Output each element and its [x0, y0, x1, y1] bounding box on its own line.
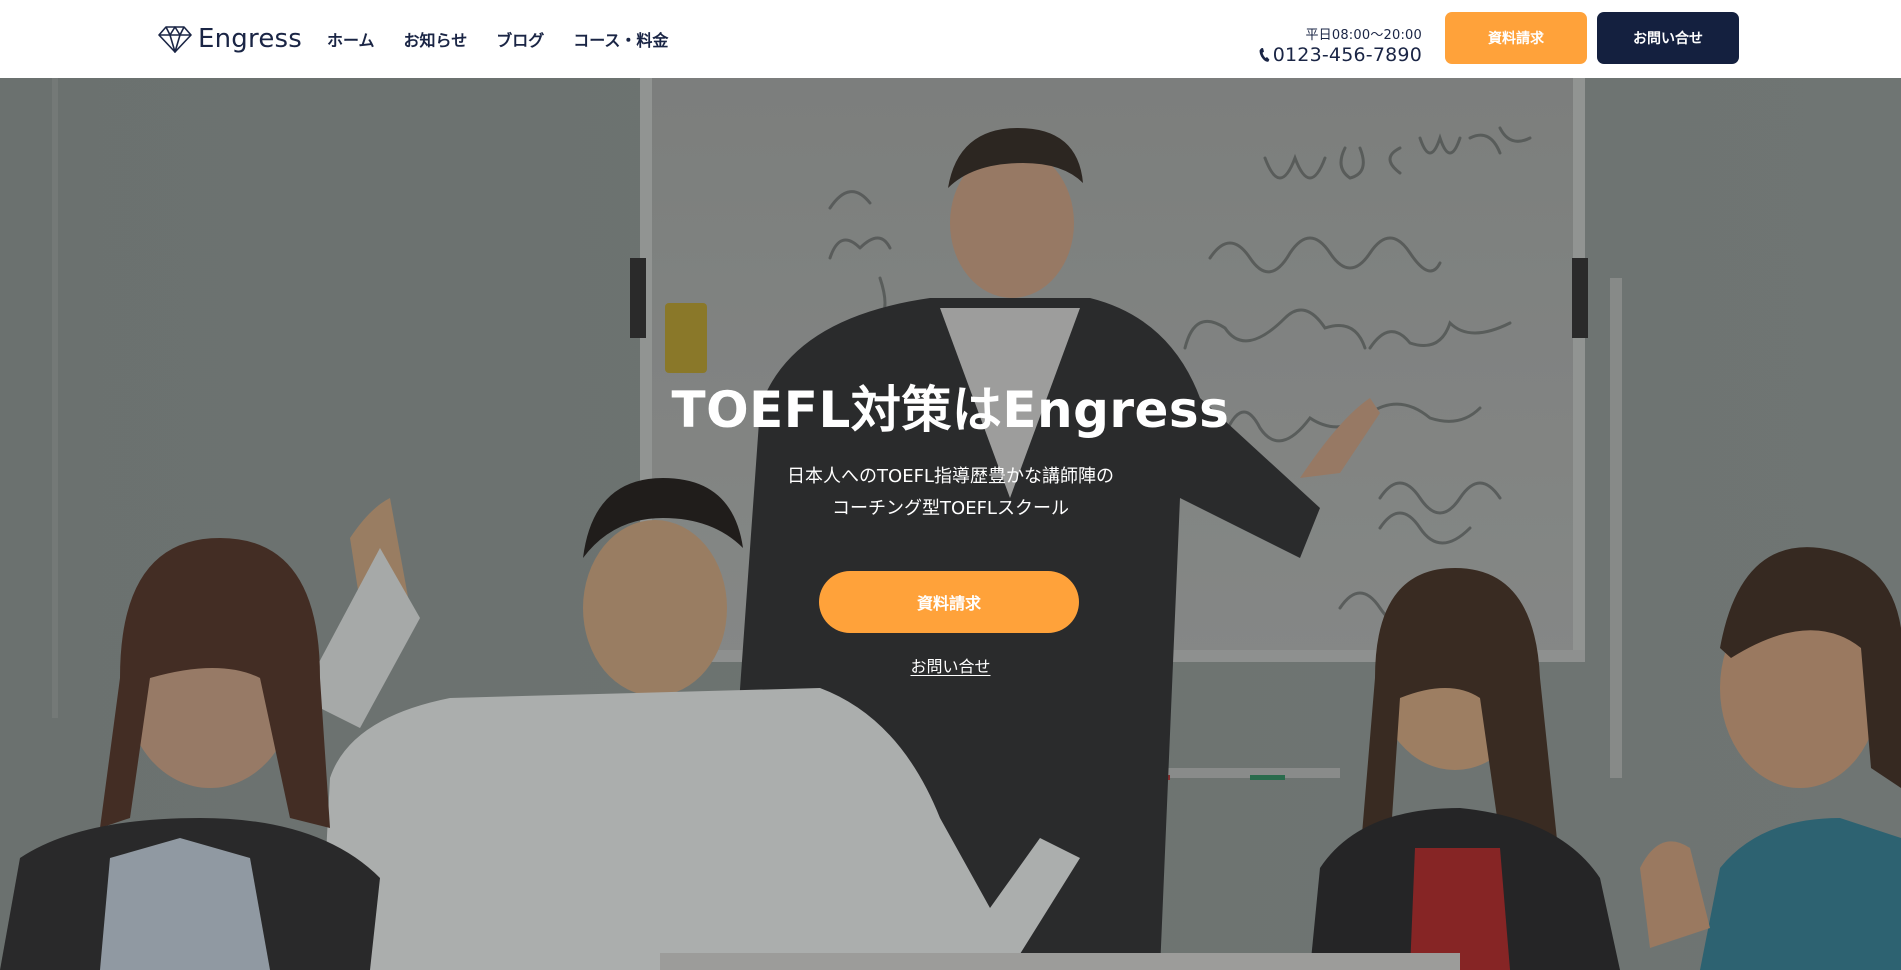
phone-contact[interactable]: 0123-456-7890 [1258, 44, 1422, 66]
nav-blog[interactable]: ブログ [496, 27, 544, 51]
hero-contact-link[interactable]: お問い合せ [910, 657, 990, 676]
contact-button[interactable]: お問い合せ [1597, 12, 1739, 64]
nav-news[interactable]: お知らせ [404, 27, 468, 51]
request-document-button[interactable]: 資料請求 [1445, 12, 1587, 64]
nav-courses[interactable]: コース・料金 [573, 27, 668, 51]
logo-text: Engress [198, 24, 303, 54]
hero-request-document-button[interactable]: 資料請求 [819, 571, 1079, 633]
hero-subtitle-line1: 日本人へのTOEFL指導歴豊かな講師陣の [787, 466, 1114, 487]
logo[interactable]: Engress [158, 22, 302, 56]
business-hours: 平日08:00〜20:00 [1305, 28, 1422, 43]
site-header: Engress ホーム お知らせ ブログ コース・料金 平日08:00〜20:0… [0, 0, 1901, 78]
hero-subtitle: 日本人へのTOEFL指導歴豊かな講師陣の コーチング型TOEFLスクール [0, 461, 1901, 525]
main-nav: ホーム お知らせ ブログ コース・料金 [327, 27, 697, 51]
hero-contact-link-wrapper: お問い合せ [0, 653, 1901, 677]
nav-home[interactable]: ホーム [327, 27, 375, 51]
hero-subtitle-line2: コーチング型TOEFLスクール [832, 498, 1069, 519]
diamond-icon [158, 26, 192, 53]
phone-icon [1259, 48, 1270, 62]
hero-title: TOEFL対策はEngress [671, 381, 1230, 439]
hero-section: TOEFL対策はEngress 日本人へのTOEFL指導歴豊かな講師陣の コーチ… [0, 78, 1901, 970]
phone-number: 0123-456-7890 [1272, 44, 1422, 66]
